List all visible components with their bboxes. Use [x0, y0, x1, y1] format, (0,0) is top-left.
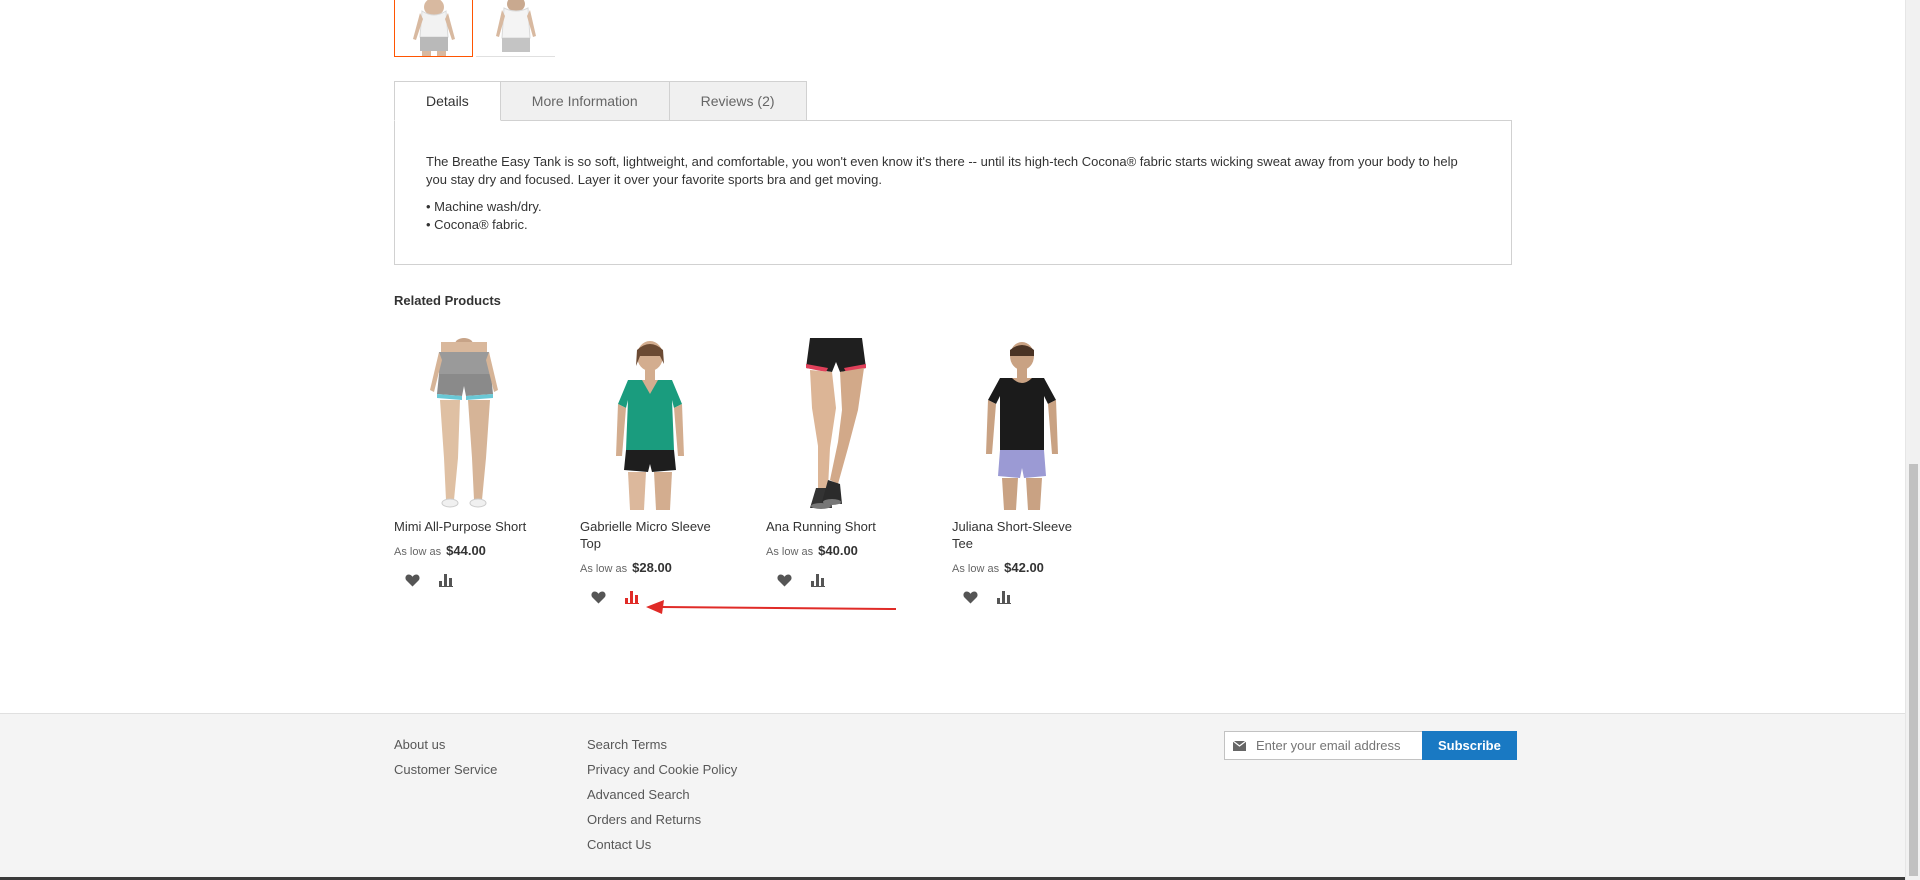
product-card-ana: Ana Running Short As low as $40.00 [766, 338, 906, 590]
price-prefix: As low as [952, 563, 1000, 575]
vertical-scrollbar[interactable] [1905, 0, 1920, 880]
subscribe-button[interactable]: Subscribe [1422, 731, 1517, 760]
bar-chart-icon [625, 590, 639, 604]
bar-chart-icon [997, 590, 1011, 604]
price-amount: $40.00 [818, 543, 858, 558]
add-to-wishlist-button[interactable] [774, 570, 794, 590]
product-price: As low as $28.00 [580, 560, 720, 575]
product-name[interactable]: Ana Running Short [766, 518, 906, 535]
heart-icon [404, 574, 420, 586]
product-name[interactable]: Juliana Short-Sleeve Tee [952, 518, 1092, 552]
page-viewport: Details More Information Reviews (2) The… [0, 0, 1905, 880]
footer-link-privacy-policy[interactable]: Privacy and Cookie Policy [587, 757, 737, 782]
price-prefix: As low as [766, 546, 814, 558]
feature-list: • Machine wash/dry. • Cocona® fabric. [426, 198, 1481, 234]
scrollbar-thumb[interactable] [1909, 464, 1918, 876]
add-to-compare-button[interactable] [622, 587, 642, 607]
bar-chart-icon [811, 573, 825, 587]
product-name[interactable]: Gabrielle Micro Sleeve Top [580, 518, 720, 552]
price-amount: $28.00 [632, 560, 672, 575]
footer-links-column-2: Search Terms Privacy and Cookie Policy A… [587, 732, 737, 857]
footer-link-advanced-search[interactable]: Advanced Search [587, 782, 737, 807]
envelope-icon [1233, 740, 1246, 751]
tab-reviews[interactable]: Reviews (2) [669, 81, 807, 121]
heart-icon [590, 591, 606, 603]
footer-link-about-us[interactable]: About us [394, 732, 497, 757]
product-card-gabrielle: Gabrielle Micro Sleeve Top As low as $28… [580, 338, 720, 607]
newsletter-field [1224, 731, 1422, 760]
add-to-wishlist-button[interactable] [588, 587, 608, 607]
product-image[interactable] [766, 338, 906, 510]
newsletter-email-input[interactable] [1256, 738, 1416, 753]
gallery-thumbnail-1[interactable] [394, 0, 473, 57]
annotation-arrow [646, 600, 897, 614]
add-to-compare-button[interactable] [436, 570, 456, 590]
footer-link-contact-us[interactable]: Contact Us [587, 832, 737, 857]
footer-link-orders-returns[interactable]: Orders and Returns [587, 807, 737, 832]
tab-list: Details More Information Reviews (2) [394, 81, 1512, 121]
product-name[interactable]: Mimi All-Purpose Short [394, 518, 534, 535]
product-card-mimi: Mimi All-Purpose Short As low as $44.00 [394, 338, 534, 590]
tank-front-image [395, 0, 472, 56]
price-amount: $44.00 [446, 543, 486, 558]
gallery-thumbnail-2[interactable] [476, 0, 555, 57]
add-to-compare-button[interactable] [808, 570, 828, 590]
product-card-juliana: Juliana Short-Sleeve Tee As low as $42.0… [952, 338, 1092, 607]
bar-chart-icon [439, 573, 453, 587]
add-to-wishlist-button[interactable] [402, 570, 422, 590]
details-panel: The Breathe Easy Tank is so soft, lightw… [394, 120, 1512, 265]
product-actions [766, 570, 906, 590]
tank-back-image [476, 0, 555, 56]
price-amount: $42.00 [1004, 560, 1044, 575]
footer-link-customer-service[interactable]: Customer Service [394, 757, 497, 782]
page-footer: About us Customer Service Search Terms P… [0, 713, 1905, 880]
product-price: As low as $44.00 [394, 543, 534, 558]
newsletter-form: Subscribe [1224, 731, 1517, 760]
product-image[interactable] [580, 338, 720, 510]
product-info-tabs: Details More Information Reviews (2) The… [394, 81, 1512, 265]
product-price: As low as $42.00 [952, 560, 1092, 575]
product-image[interactable] [952, 338, 1092, 510]
add-to-compare-button[interactable] [994, 587, 1014, 607]
price-prefix: As low as [580, 563, 628, 575]
footer-links-column-1: About us Customer Service [394, 732, 497, 782]
heart-icon [962, 591, 978, 603]
feature-item: • Machine wash/dry. [426, 199, 542, 214]
feature-item: • Cocona® fabric. [426, 217, 528, 232]
price-prefix: As low as [394, 546, 442, 558]
add-to-wishlist-button[interactable] [960, 587, 980, 607]
footer-link-search-terms[interactable]: Search Terms [587, 732, 737, 757]
tab-more-information[interactable]: More Information [500, 81, 670, 121]
product-price: As low as $40.00 [766, 543, 906, 558]
tab-details[interactable]: Details [394, 81, 501, 121]
product-actions [952, 587, 1092, 607]
product-description: The Breathe Easy Tank is so soft, lightw… [426, 154, 1458, 187]
related-products-title: Related Products [394, 293, 501, 308]
product-image[interactable] [394, 338, 534, 510]
product-actions [394, 570, 534, 590]
heart-icon [776, 574, 792, 586]
